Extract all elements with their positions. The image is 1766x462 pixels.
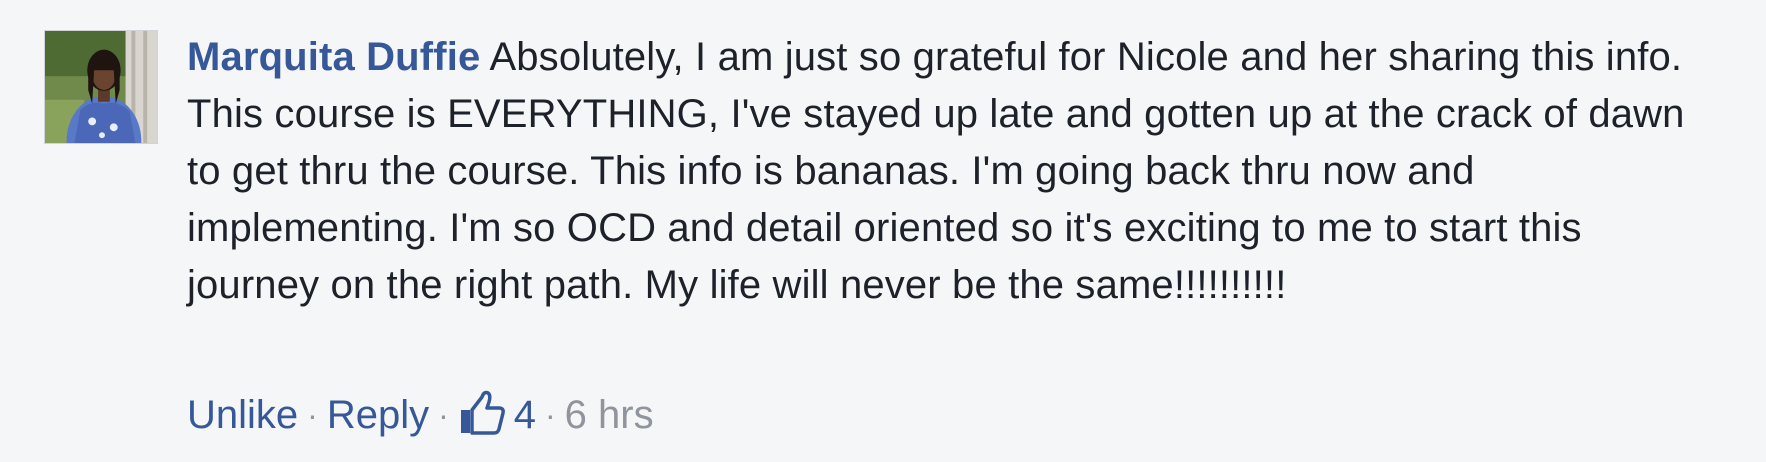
comment: Marquita Duffie Absolutely, I am just so…: [0, 0, 1766, 462]
unlike-link[interactable]: Unlike: [187, 388, 298, 442]
avatar-photo: [45, 31, 157, 143]
like-count[interactable]: 4: [514, 388, 536, 442]
comment-body: Marquita Duffie Absolutely, I am just so…: [187, 29, 1717, 314]
thumbs-up-icon[interactable]: [458, 388, 506, 436]
comment-author-link[interactable]: Marquita Duffie: [187, 35, 480, 79]
comment-actions: Unlike · Reply · 4 · 6 hrs: [187, 388, 654, 442]
separator-dot: ·: [544, 397, 556, 433]
separator-dot: ·: [438, 397, 449, 433]
avatar[interactable]: [44, 30, 158, 144]
reply-link[interactable]: Reply: [327, 388, 429, 442]
separator-dot: ·: [307, 397, 318, 433]
comment-timestamp[interactable]: 6 hrs: [565, 388, 654, 442]
